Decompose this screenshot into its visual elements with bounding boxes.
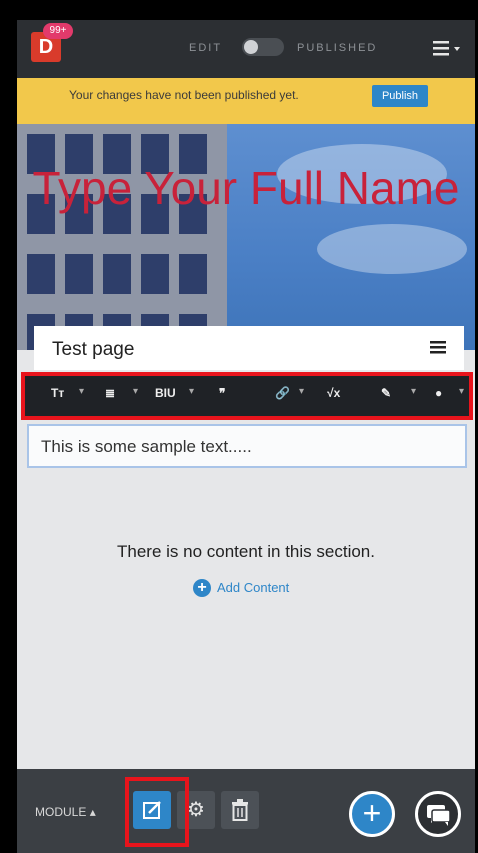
app-frame: D 99+ EDIT PUBLISHED Your changes have n… xyxy=(17,20,475,853)
bottom-bar: MODULE ▴ ⚙ + xyxy=(17,769,475,853)
add-content-label: Add Content xyxy=(217,580,290,595)
chat-bubble-icon xyxy=(427,805,451,826)
chat-button[interactable] xyxy=(415,791,461,837)
plus-circle-icon: + xyxy=(193,579,211,597)
hero-image[interactable]: Type Your Full Name xyxy=(17,124,475,350)
plus-icon: + xyxy=(362,795,382,831)
unpublished-banner: Your changes have not been published yet… xyxy=(17,78,475,124)
editor-text[interactable]: This is some sample text..... xyxy=(41,437,252,457)
page-menu-button[interactable] xyxy=(428,336,450,358)
top-bar: D 99+ EDIT PUBLISHED xyxy=(17,20,475,78)
delete-module-button[interactable] xyxy=(221,791,259,829)
main-menu-button[interactable] xyxy=(431,36,465,60)
toggle-knob xyxy=(244,40,258,54)
text-editor-box[interactable]: This is some sample text..... xyxy=(27,424,467,468)
banner-message: Your changes have not been published yet… xyxy=(69,88,299,102)
caret-up-icon: ▴ xyxy=(89,805,96,819)
page-title[interactable]: Test page xyxy=(52,339,134,361)
add-module-button[interactable]: + xyxy=(349,791,395,837)
hamburger-dropdown-icon xyxy=(433,41,460,56)
empty-section-message: There is no content in this section. xyxy=(117,542,375,561)
module-menu-button[interactable]: MODULE ▴ xyxy=(35,805,96,819)
edit-mode-label: EDIT xyxy=(189,42,223,54)
hamburger-icon xyxy=(430,341,446,354)
edit-publish-toggle[interactable] xyxy=(242,38,284,56)
gear-icon: ⚙ xyxy=(187,799,205,821)
cloud-shape xyxy=(317,224,467,274)
notification-badge: 99+ xyxy=(43,23,73,39)
publish-button[interactable]: Publish xyxy=(372,85,428,107)
hero-title[interactable]: Type Your Full Name xyxy=(17,156,475,220)
trash-icon xyxy=(232,799,248,821)
published-mode-label: PUBLISHED xyxy=(297,42,378,54)
page-title-card: Test page xyxy=(34,326,464,370)
module-label: MODULE xyxy=(35,805,87,819)
edit-button-highlight-box xyxy=(125,777,189,847)
toolbar-highlight-box xyxy=(21,372,473,420)
